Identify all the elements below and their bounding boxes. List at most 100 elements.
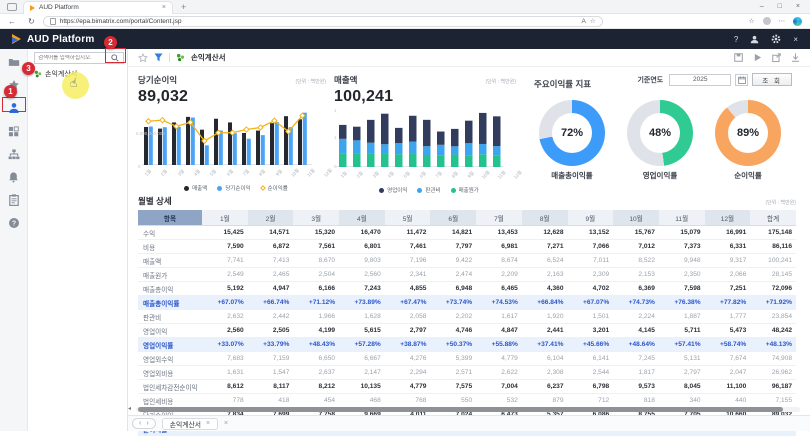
donut-label: 영업이익률	[643, 170, 678, 181]
table-cell: 4,145	[613, 324, 659, 338]
table-cell: 13,152	[568, 226, 614, 240]
folder-icon[interactable]	[7, 55, 21, 69]
bookmark-star-icon[interactable]	[138, 53, 148, 63]
table-cell: +50.37%	[430, 338, 476, 352]
table-cell: 7,066	[568, 240, 614, 254]
scrollbar-thumb[interactable]	[138, 407, 783, 412]
table-cell: 6,948	[430, 282, 476, 296]
table-cell: 2,202	[430, 310, 476, 324]
table-cell: 5,711	[659, 324, 705, 338]
horizontal-scrollbar[interactable]	[136, 407, 800, 412]
download-icon[interactable]	[791, 53, 800, 62]
minimize-button[interactable]: –	[760, 3, 764, 10]
save-icon[interactable]	[734, 53, 743, 62]
sheet-tab-close-icon[interactable]: ×	[206, 420, 210, 427]
breadcrumb: 손익계산서	[191, 52, 226, 63]
help-icon[interactable]: ?	[734, 35, 738, 44]
table-cell: 2,058	[385, 310, 431, 324]
table-cell: +66.84%	[522, 296, 568, 310]
table-cell: 6,104	[522, 352, 568, 366]
table-cell: 879	[522, 394, 568, 408]
query-button[interactable]: 조 회	[752, 73, 792, 86]
legend-marker-icon	[417, 188, 422, 193]
table-cell: 4,779	[385, 380, 431, 394]
notifications-bell-icon[interactable]	[7, 170, 21, 184]
table-cell: 2,209	[476, 268, 522, 282]
table-cell: +73.74%	[430, 296, 476, 310]
table-cell: 9,317	[705, 254, 751, 268]
table-cell: +71.12%	[293, 296, 339, 310]
revenue-value: 100,241	[334, 88, 524, 106]
table-row: 영업외비용1,6311,5472,6372,1472,2942,5712,622…	[138, 366, 796, 380]
new-tab-button[interactable]: +	[181, 2, 186, 12]
vertical-tabs-icon[interactable]	[7, 3, 17, 11]
close-all-tabs-icon[interactable]: ×	[224, 420, 228, 427]
toolbar-actions	[734, 53, 800, 62]
table-cell: 532	[476, 394, 522, 408]
tab-prev-icon[interactable]: ‹	[139, 420, 141, 427]
column-header: 11월	[659, 210, 705, 226]
tab-next-icon[interactable]: ›	[146, 420, 148, 427]
calendar-icon[interactable]	[735, 74, 748, 86]
clipboard-icon[interactable]	[7, 193, 21, 207]
more-menu-icon[interactable]: ⋯	[779, 17, 786, 25]
url-field[interactable]: https://epa.bimatrix.com/portal/Content.…	[43, 16, 603, 27]
table-cell: 16,470	[339, 226, 385, 240]
dashboard-grid-icon[interactable]	[7, 124, 21, 138]
table-cell: 6,166	[293, 282, 339, 296]
back-icon[interactable]: ←	[8, 17, 16, 26]
favorite-star-icon[interactable]: ☆	[590, 17, 596, 25]
table-cell: 5,399	[430, 352, 476, 366]
table-cell: +45.66%	[568, 338, 614, 352]
tab-close-icon[interactable]: ×	[162, 4, 166, 11]
sitemap-icon[interactable]	[7, 147, 21, 161]
table-cell: +74.53%	[476, 296, 522, 310]
table-cell: 7,598	[659, 282, 705, 296]
table-cell: 1,547	[248, 366, 294, 380]
table-cell: 2,622	[476, 366, 522, 380]
base-year-input[interactable]	[669, 74, 731, 86]
maximize-button[interactable]: □	[778, 3, 782, 10]
unit-label: (단위 : 백만원)	[296, 78, 327, 85]
table-cell: 2,797	[659, 366, 705, 380]
donut-label: 매출총이익률	[551, 170, 592, 181]
share-icon[interactable]	[772, 53, 781, 62]
base-year-label: 기준연도	[637, 75, 663, 85]
table-cell: 8,670	[293, 254, 339, 268]
donut-value: 48%	[640, 113, 680, 153]
profile-avatar[interactable]	[763, 17, 771, 25]
browser-tab[interactable]: AUD Platform ×	[23, 1, 173, 14]
tree-search-input[interactable]	[35, 55, 111, 61]
legend-item: 판관비	[417, 186, 440, 194]
close-button[interactable]: ×	[796, 3, 800, 10]
table-cell: 5,615	[339, 324, 385, 338]
stacked-chart-svg	[334, 107, 506, 167]
table-cell: 100,241	[750, 254, 796, 268]
table-cell: 2,474	[430, 268, 476, 282]
page-info-icon[interactable]	[50, 18, 56, 25]
table-cell: 7,196	[385, 254, 431, 268]
table-cell: +33.79%	[248, 338, 294, 352]
table-cell: 72,096	[750, 282, 796, 296]
table-cell: 6,798	[568, 380, 614, 394]
user-icon[interactable]	[750, 35, 759, 44]
help-circle-icon[interactable]: ?	[7, 216, 21, 230]
table-cell: +74.73%	[613, 296, 659, 310]
net-income-combo-chart: 6,000,000,0000110	[138, 107, 334, 170]
table-cell: 10,135	[339, 380, 385, 394]
donut-gauges: 72%매출총이익률48%영업이익률89%순이익률	[524, 100, 796, 181]
read-aloud-icon[interactable]: A	[582, 18, 586, 25]
copilot-icon[interactable]	[793, 17, 802, 26]
close-app-icon[interactable]: ×	[793, 35, 798, 44]
collections-icon[interactable]: ☆	[749, 17, 755, 25]
column-header: 12월	[705, 210, 751, 226]
scroll-left-icon[interactable]: ◂	[128, 405, 131, 412]
run-icon[interactable]	[753, 53, 762, 62]
reload-icon[interactable]: ↻	[28, 17, 35, 26]
legend-marker-icon	[260, 185, 266, 191]
sheet-tab-income-statement[interactable]: 손익계산서 ×	[162, 418, 218, 430]
settings-gear-icon[interactable]	[771, 34, 781, 44]
filter-icon[interactable]	[154, 53, 163, 62]
tab-pager[interactable]: ‹ ›	[132, 418, 156, 429]
table-cell: 4,746	[430, 324, 476, 338]
